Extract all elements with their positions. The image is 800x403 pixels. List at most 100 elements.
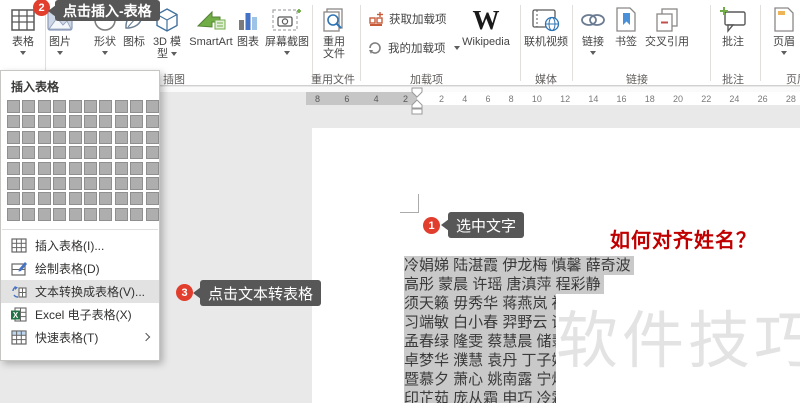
my-addins-button[interactable]: 我的加载项 [367, 40, 460, 56]
table-grid-cell[interactable] [145, 176, 159, 190]
link-button[interactable]: 链接 [578, 4, 608, 55]
table-grid-cell[interactable] [145, 146, 159, 160]
table-grid-cell[interactable] [145, 130, 159, 144]
screenshot-button[interactable]: 屏幕截图 [262, 4, 312, 55]
table-grid-cell[interactable] [114, 115, 128, 129]
table-grid-cell[interactable] [130, 176, 144, 190]
table-grid-cell[interactable] [99, 207, 113, 221]
table-grid-cell[interactable] [22, 176, 36, 190]
table-size-grid[interactable] [1, 100, 159, 221]
table-grid-cell[interactable] [130, 161, 144, 175]
table-grid-cell[interactable] [99, 161, 113, 175]
selected-text-line[interactable]: 高彤 蒙晨 许瑶 唐滇萍 程彩静 [404, 275, 640, 294]
table-grid-cell[interactable] [83, 130, 97, 144]
menu-item-draw-table[interactable]: 绘制表格(D) [1, 257, 159, 280]
table-grid-cell[interactable] [53, 100, 67, 113]
table-grid-cell[interactable] [83, 192, 97, 206]
table-grid-cell[interactable] [68, 100, 82, 113]
table-grid-cell[interactable] [99, 192, 113, 206]
table-grid-cell[interactable] [22, 115, 36, 129]
table-grid-cell[interactable] [68, 161, 82, 175]
table-grid-cell[interactable] [68, 176, 82, 190]
table-grid-cell[interactable] [53, 115, 67, 129]
table-grid-cell[interactable] [83, 161, 97, 175]
table-grid-cell[interactable] [83, 207, 97, 221]
table-grid-cell[interactable] [114, 207, 128, 221]
table-grid-cell[interactable] [53, 192, 67, 206]
menu-item-convert-text-to-table[interactable]: 文本转换成表格(V)... [1, 279, 159, 303]
table-grid-cell[interactable] [7, 161, 20, 175]
table-grid-cell[interactable] [37, 176, 51, 190]
table-grid-cell[interactable] [130, 192, 144, 206]
table-grid-cell[interactable] [130, 100, 144, 113]
table-grid-cell[interactable] [22, 161, 36, 175]
table-grid-cell[interactable] [68, 130, 82, 144]
table-grid-cell[interactable] [145, 161, 159, 175]
table-grid-cell[interactable] [68, 146, 82, 160]
table-grid-cell[interactable] [22, 130, 36, 144]
header-button[interactable]: 页眉 [766, 4, 800, 55]
selected-text-line[interactable]: 孟春绿 隆雯 蔡慧晨 储翡 [404, 332, 556, 351]
table-grid-cell[interactable] [99, 100, 113, 113]
table-grid-cell[interactable] [83, 100, 97, 113]
table-grid-cell[interactable] [7, 115, 20, 129]
table-grid-cell[interactable] [53, 130, 67, 144]
table-grid-cell[interactable] [130, 130, 144, 144]
chart-button[interactable]: 图表 [234, 4, 262, 48]
selected-text-line[interactable]: 暨慕夕 萧心 姚南露 宁灿 [404, 370, 556, 389]
table-grid-cell[interactable] [68, 207, 82, 221]
selected-text-block[interactable]: 冷娟娣 陆湛霞 伊龙梅 慎馨 薛奇波 高彤 蒙晨 许瑶 唐滇萍 程彩静 须天籁 … [404, 256, 642, 403]
table-grid-cell[interactable] [99, 115, 113, 129]
table-grid-cell[interactable] [114, 161, 128, 175]
table-grid-cell[interactable] [114, 192, 128, 206]
menu-item-insert-table[interactable]: 插入表格(I)... [1, 234, 159, 257]
table-grid-cell[interactable] [37, 192, 51, 206]
table-grid-cell[interactable] [37, 161, 51, 175]
table-grid-cell[interactable] [22, 192, 36, 206]
table-grid-cell[interactable] [145, 192, 159, 206]
table-grid-cell[interactable] [114, 100, 128, 113]
menu-item-excel-spreadsheet[interactable]: X Excel 电子表格(X) [1, 303, 159, 326]
table-grid-cell[interactable] [22, 100, 36, 113]
table-grid-cell[interactable] [114, 176, 128, 190]
table-grid-cell[interactable] [68, 115, 82, 129]
table-grid-cell[interactable] [37, 130, 51, 144]
table-grid-cell[interactable] [22, 207, 36, 221]
reuse-files-button[interactable]: 重用文件 [314, 4, 354, 60]
table-grid-cell[interactable] [99, 176, 113, 190]
indent-markers[interactable] [410, 87, 424, 115]
selected-text-line[interactable]: 习端敏 白小春 羿野云 诸蓝 [404, 313, 556, 332]
table-grid-cell[interactable] [22, 146, 36, 160]
selected-text-line[interactable]: 冷娟娣 陆湛霞 伊龙梅 慎馨 薛奇波 [404, 256, 642, 275]
table-grid-cell[interactable] [130, 207, 144, 221]
get-addins-button[interactable]: 获取加载项 [369, 11, 447, 27]
table-grid-cell[interactable] [99, 130, 113, 144]
table-grid-cell[interactable] [37, 115, 51, 129]
table-grid-cell[interactable] [7, 207, 20, 221]
menu-item-quick-tables[interactable]: 快速表格(T) [1, 326, 159, 349]
table-grid-cell[interactable] [130, 146, 144, 160]
table-grid-cell[interactable] [37, 100, 51, 113]
online-video-button[interactable]: 联机视频 [524, 4, 568, 48]
table-grid-cell[interactable] [7, 176, 20, 190]
table-grid-cell[interactable] [99, 146, 113, 160]
bookmark-button[interactable]: 书签 [610, 4, 642, 48]
table-grid-cell[interactable] [53, 161, 67, 175]
table-grid-cell[interactable] [83, 146, 97, 160]
smartart-button[interactable]: SmartArt [186, 4, 236, 48]
table-grid-cell[interactable] [68, 192, 82, 206]
table-grid-cell[interactable] [145, 115, 159, 129]
table-grid-cell[interactable] [53, 146, 67, 160]
table-grid-cell[interactable] [114, 130, 128, 144]
ruler-page-section[interactable]: 2 4 6 8 10 12 14 16 18 20 22 24 26 28 [417, 92, 800, 105]
wikipedia-button[interactable]: W Wikipedia [456, 4, 516, 48]
table-grid-cell[interactable] [37, 207, 51, 221]
table-grid-cell[interactable] [7, 146, 20, 160]
selected-text-line[interactable]: 印芷茹 庞从霜 申巧 冷霜 [404, 389, 556, 403]
table-grid-cell[interactable] [7, 100, 20, 113]
table-grid-cell[interactable] [37, 146, 51, 160]
table-grid-cell[interactable] [53, 176, 67, 190]
table-grid-cell[interactable] [83, 176, 97, 190]
table-grid-cell[interactable] [114, 146, 128, 160]
cross-reference-button[interactable]: 交叉引用 [644, 4, 690, 48]
